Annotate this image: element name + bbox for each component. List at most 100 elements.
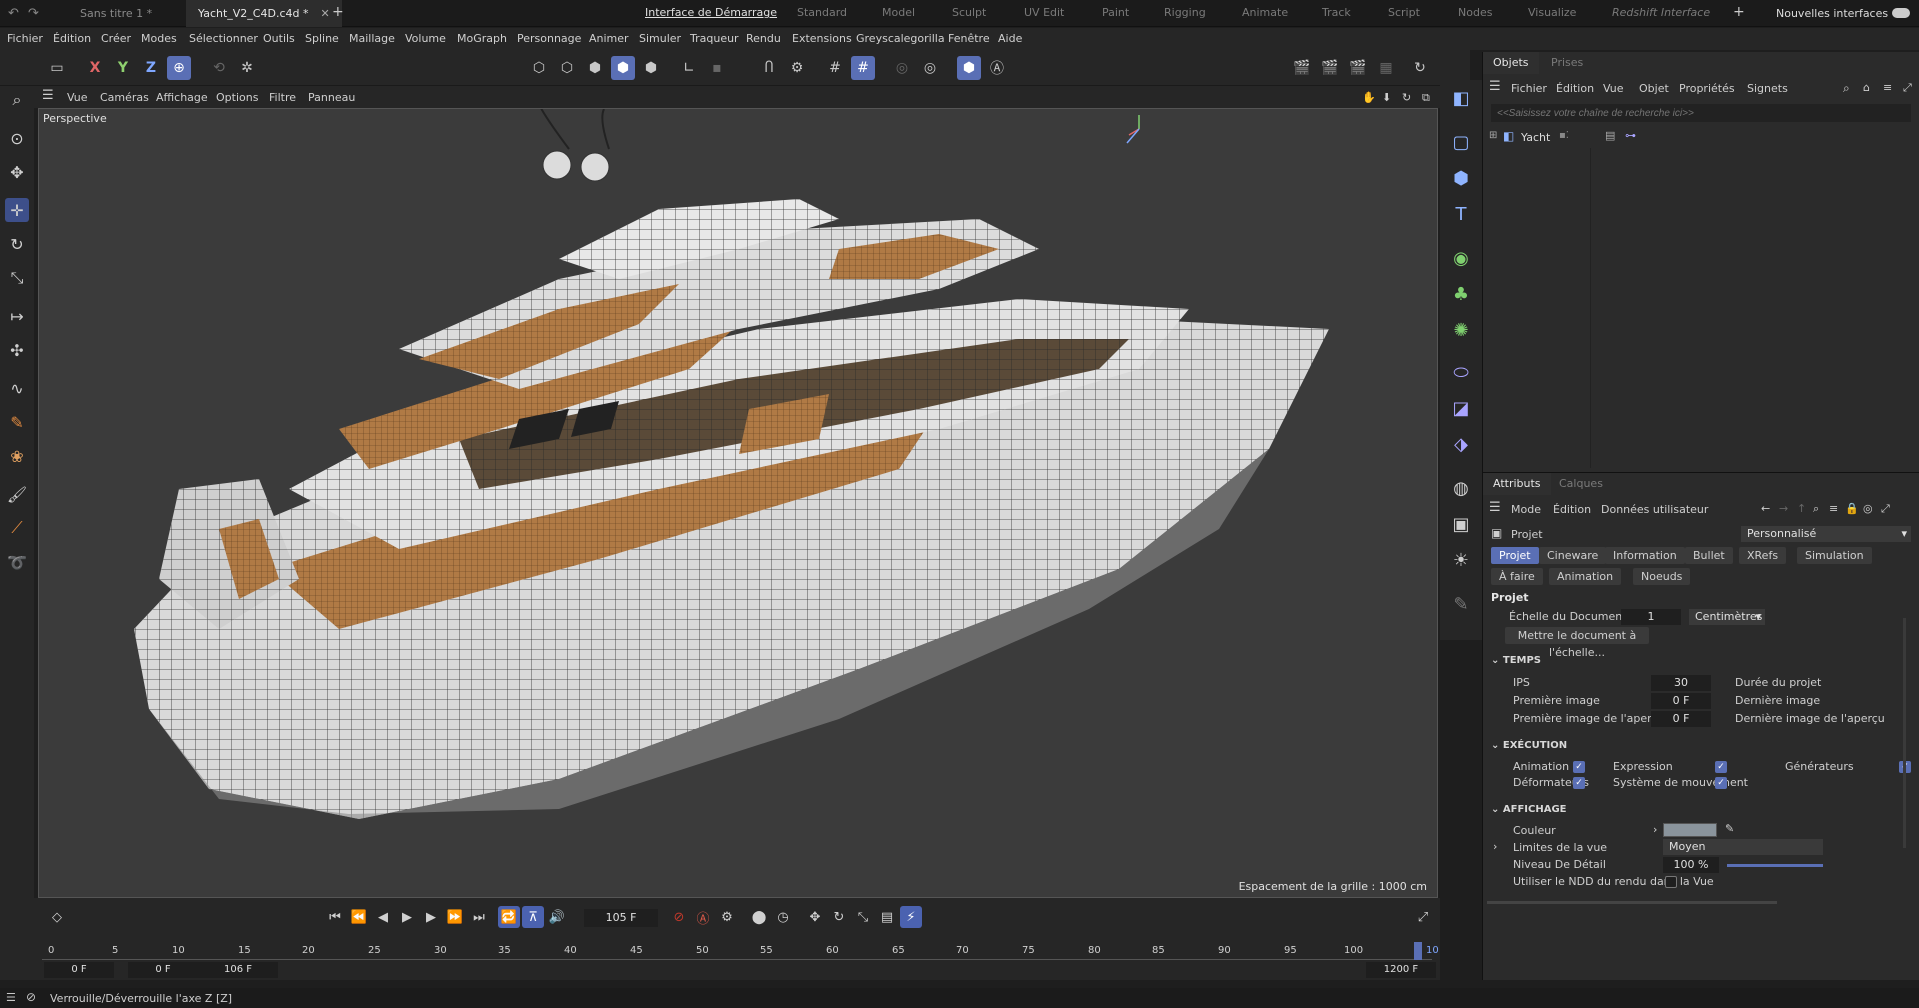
up-arrow-icon[interactable]: ↑: [1797, 502, 1806, 515]
knife-icon[interactable]: ⟋: [5, 516, 29, 540]
brush-icon[interactable]: 🖌: [5, 482, 29, 506]
effector-icon[interactable]: ✺: [1447, 316, 1475, 344]
cloner-icon[interactable]: ♣: [1447, 280, 1475, 308]
doc-tab-untitled[interactable]: Sans titre 1 *: [68, 0, 164, 27]
color-swatch[interactable]: [1663, 823, 1717, 837]
render-lod-checkbox[interactable]: [1665, 876, 1677, 888]
axis-x-button[interactable]: X: [83, 56, 107, 80]
tab-animation[interactable]: Animation: [1549, 568, 1622, 585]
model-mode-icon[interactable]: ▭: [45, 56, 69, 80]
view-limits-dropdown[interactable]: Moyen: [1663, 839, 1823, 855]
layout-tab-animate[interactable]: Animate: [1242, 6, 1288, 19]
next-frame-icon[interactable]: ▶: [420, 906, 442, 928]
obj-menu-objet[interactable]: Objet: [1639, 82, 1669, 95]
scale-icon[interactable]: ⤡: [5, 266, 29, 290]
hamburger-icon[interactable]: ☰: [1489, 79, 1501, 94]
menu-animer[interactable]: Animer: [589, 32, 629, 45]
layout-tab-uvedit[interactable]: UV Edit: [1024, 6, 1064, 19]
curve-editor-icon[interactable]: ⤢: [1412, 906, 1434, 928]
chevron-right-icon[interactable]: ›: [1493, 840, 1497, 853]
paint-icon[interactable]: ✎: [5, 410, 29, 434]
hamburger-icon[interactable]: ☰: [6, 991, 16, 1004]
keyframe-icon[interactable]: ◇: [46, 906, 68, 928]
home-icon[interactable]: ⌂: [1863, 81, 1870, 94]
lod-input[interactable]: 100 %: [1663, 857, 1719, 873]
move-icon[interactable]: ✛: [5, 198, 29, 222]
sound-icon[interactable]: 🔊: [546, 906, 568, 928]
animation-checkbox[interactable]: ✓: [1573, 761, 1585, 773]
chevron-right-icon[interactable]: ›: [1653, 823, 1657, 836]
display-section-header[interactable]: ⌄ AFFICHAGE: [1491, 804, 1566, 815]
layout-tab-sculpt[interactable]: Sculpt: [952, 6, 986, 19]
expand-icon[interactable]: ⤢: [1881, 502, 1890, 516]
layout-tab-track[interactable]: Track: [1322, 6, 1351, 19]
go-start-icon[interactable]: ⏮: [324, 906, 346, 928]
expand-toggle-icon[interactable]: ⊞: [1489, 130, 1497, 141]
magnet-icon[interactable]: Ⴖ: [757, 56, 781, 80]
layout-tab-paint[interactable]: Paint: [1102, 6, 1129, 19]
texture-mode-icon[interactable]: ▪: [705, 56, 729, 80]
filter-icon[interactable]: ≡: [1883, 81, 1892, 94]
menu-volume[interactable]: Volume: [405, 32, 446, 45]
attr-menu-userdata[interactable]: Données utilisateur: [1601, 503, 1708, 516]
hamburger-icon[interactable]: ☰: [42, 88, 54, 103]
expand-icon[interactable]: ⤢: [1903, 81, 1912, 95]
menu-maillage[interactable]: Maillage: [349, 32, 395, 45]
target-icon[interactable]: ◎: [1863, 502, 1873, 515]
obj-menu-proprietes[interactable]: Propriétés: [1679, 82, 1735, 95]
next-key-icon[interactable]: ⏩: [444, 906, 466, 928]
preview-first-input[interactable]: 0 F: [1651, 711, 1711, 727]
forward-arrow-icon[interactable]: →: [1779, 502, 1788, 515]
close-icon[interactable]: ✕: [320, 7, 329, 20]
add-tab-button[interactable]: +: [332, 4, 344, 20]
expression-checkbox[interactable]: ✓: [1715, 761, 1727, 773]
tag-icon[interactable]: ⬗: [1447, 430, 1475, 458]
edit-icon[interactable]: ✎: [1447, 590, 1475, 618]
auto-icon[interactable]: Ⓐ: [985, 56, 1009, 80]
layout-tab-standard[interactable]: Standard: [797, 6, 847, 19]
target-icon[interactable]: ◎: [918, 56, 942, 80]
lasso-icon[interactable]: ➰: [5, 550, 29, 574]
field-icon[interactable]: ◪: [1447, 394, 1475, 422]
menu-edition[interactable]: Édition: [53, 32, 91, 45]
select-icon[interactable]: ⊙: [5, 126, 29, 150]
new-interfaces-label[interactable]: Nouvelles interfaces: [1776, 7, 1888, 20]
grid-snap-icon[interactable]: #: [823, 56, 847, 80]
scale-key-icon[interactable]: ⤡: [852, 906, 874, 928]
dolly-icon[interactable]: ⬇: [1382, 91, 1391, 104]
start-frame-field[interactable]: 0 F: [44, 962, 114, 978]
first-frame-input[interactable]: 0 F: [1651, 693, 1711, 709]
cube-icon[interactable]: ⬢: [1447, 164, 1475, 192]
fps-input[interactable]: 30: [1651, 675, 1711, 691]
vertical-scrollbar[interactable]: [1903, 618, 1906, 848]
search-icon[interactable]: ⌕: [5, 88, 29, 112]
menu-selectionner[interactable]: Sélectionner: [189, 32, 258, 45]
tab-noeuds[interactable]: Noeuds: [1633, 568, 1691, 585]
preview-range-icon[interactable]: ⊼: [522, 906, 544, 928]
render-picture-icon[interactable]: 🎬: [1318, 56, 1342, 80]
attr-menu-mode[interactable]: Mode: [1511, 503, 1541, 516]
coordinate-system-icon[interactable]: ⊕: [167, 56, 191, 80]
layout-tab-visualize[interactable]: Visualize: [1528, 6, 1576, 19]
viewport-3d[interactable]: Perspective Espacement de la grille: 10…: [38, 108, 1438, 898]
mograph-icon[interactable]: ❀: [5, 444, 29, 468]
object-search-input[interactable]: [1491, 104, 1911, 122]
motion-system-checkbox[interactable]: ✓: [1715, 777, 1727, 789]
tab-a-faire[interactable]: À faire: [1491, 568, 1543, 585]
unit-dropdown[interactable]: Centimètres ▾: [1689, 609, 1765, 625]
hamburger-icon[interactable]: ☰: [1489, 500, 1501, 515]
menu-creer[interactable]: Créer: [101, 32, 131, 45]
tag-layer-icon[interactable]: ▤: [1605, 129, 1615, 142]
environment-icon[interactable]: ◍: [1447, 474, 1475, 502]
menu-traqueur[interactable]: Traqueur: [690, 32, 739, 45]
tab-information[interactable]: Information: [1605, 547, 1685, 564]
add-layout-button[interactable]: +: [1733, 4, 1745, 20]
redo-icon[interactable]: ↷: [28, 6, 39, 21]
attr-menu-edition[interactable]: Édition: [1553, 503, 1591, 516]
go-end-icon[interactable]: ⏭: [468, 906, 490, 928]
multi-icon[interactable]: ✣: [5, 338, 29, 362]
menu-aide[interactable]: Aide: [998, 32, 1022, 45]
layout-tab-model[interactable]: Model: [882, 6, 915, 19]
move-key-icon[interactable]: ✥: [804, 906, 826, 928]
layout-tab-startup[interactable]: Interface de Démarrage: [645, 6, 777, 19]
